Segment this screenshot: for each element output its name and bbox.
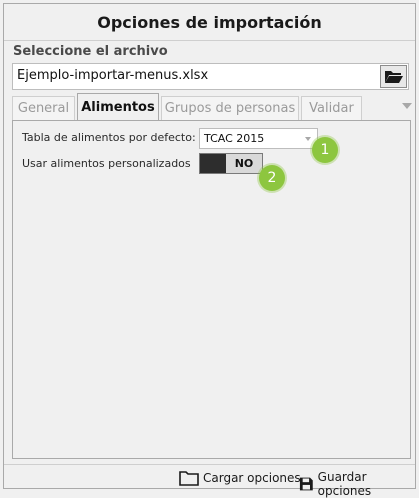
dialog-footer: Cargar opciones Guardar opciones bbox=[4, 464, 415, 498]
tab-strip: General Alimentos Grupos de personas Val… bbox=[12, 93, 415, 120]
default-food-table-value: TCAC 2015 bbox=[204, 132, 265, 145]
tab-grupos-de-personas[interactable]: Grupos de personas bbox=[161, 96, 299, 120]
chevron-down-icon bbox=[402, 103, 412, 109]
custom-foods-toggle[interactable]: NO bbox=[199, 153, 263, 174]
toggle-knob bbox=[200, 154, 226, 173]
toggle-state-text: NO bbox=[234, 157, 254, 170]
tab-general[interactable]: General bbox=[12, 96, 75, 120]
tab-overflow-button[interactable] bbox=[401, 101, 413, 111]
save-options-button[interactable]: Guardar opciones bbox=[299, 470, 415, 498]
load-options-label: Cargar opciones bbox=[203, 471, 301, 485]
dialog-title: Opciones de importación bbox=[4, 4, 415, 41]
file-section-label: Seleccione el archivo bbox=[13, 44, 168, 59]
file-name-field[interactable]: Ejemplo-importar-menus.xlsx bbox=[17, 68, 208, 83]
dropdown-arrow-icon bbox=[305, 137, 311, 141]
callout-badge-1: 1 bbox=[312, 137, 338, 163]
import-options-dialog: Opciones de importación Seleccione el ar… bbox=[3, 3, 416, 498]
file-selector: Ejemplo-importar-menus.xlsx bbox=[12, 63, 409, 90]
tab-validar[interactable]: Validar bbox=[301, 96, 362, 120]
load-options-button[interactable]: Cargar opciones bbox=[179, 470, 301, 486]
browse-file-button[interactable] bbox=[380, 65, 407, 88]
custom-foods-label: Usar alimentos personalizados bbox=[22, 157, 191, 170]
save-icon bbox=[299, 477, 313, 491]
tab-alimentos[interactable]: Alimentos bbox=[77, 93, 159, 120]
callout-badge-2: 2 bbox=[259, 165, 285, 191]
alimentos-panel: Tabla de alimentos por defecto: TCAC 201… bbox=[12, 120, 411, 459]
save-options-label: Guardar opciones bbox=[317, 470, 372, 498]
default-food-table-select[interactable]: TCAC 2015 bbox=[199, 128, 318, 149]
folder-icon bbox=[179, 471, 199, 486]
default-food-table-label: Tabla de alimentos por defecto: bbox=[22, 131, 196, 144]
folder-open-icon bbox=[384, 71, 403, 83]
